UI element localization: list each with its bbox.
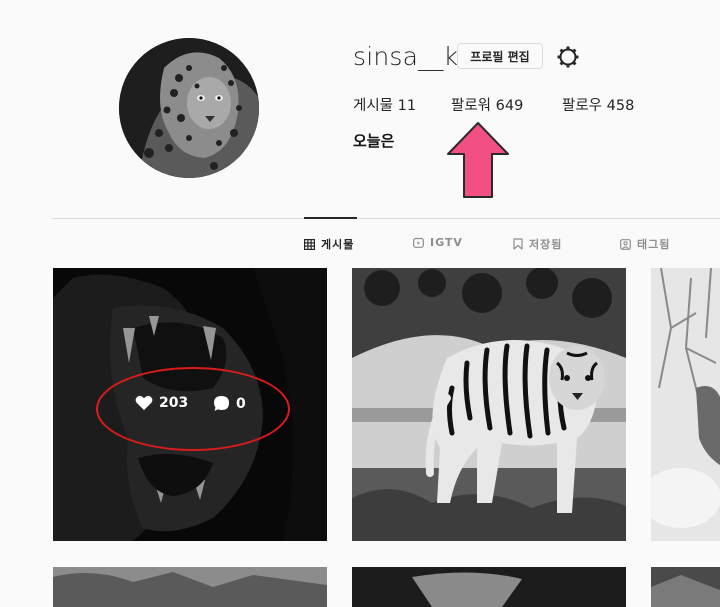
pink-arrow-annotation	[447, 122, 509, 198]
profile-bio: 오늘은	[353, 132, 395, 150]
post-tile-2[interactable]	[352, 268, 626, 541]
grid-icon	[304, 238, 315, 250]
tab-posts-label: 게시물	[321, 238, 355, 251]
tabs-divider	[52, 218, 720, 219]
tiger-photo	[352, 268, 626, 541]
following-label: 팔로우	[562, 98, 603, 114]
post-4-photo	[53, 567, 327, 607]
posts-count: 11	[397, 98, 417, 114]
profile-username: sinsa__k	[353, 42, 459, 71]
settings-gear-icon[interactable]	[556, 45, 580, 69]
tag-icon	[620, 238, 631, 250]
snow-tree-photo	[651, 268, 720, 541]
edit-profile-button[interactable]: 프로필 편집	[457, 43, 543, 69]
following-count: 458	[606, 98, 635, 114]
followers-stat[interactable]: 팔로워 649	[451, 94, 523, 115]
active-tab-indicator	[304, 217, 357, 219]
tab-tagged-label: 태그됨	[637, 238, 671, 251]
post-5-photo	[352, 567, 626, 607]
followers-label: 팔로워	[451, 98, 492, 114]
tab-posts[interactable]: 게시물	[304, 236, 354, 252]
tab-saved[interactable]: 저장됨	[513, 236, 562, 252]
tab-tagged[interactable]: 태그됨	[620, 236, 670, 252]
tab-igtv-label: IGTV	[430, 236, 463, 249]
leopard-photo	[119, 38, 259, 178]
bookmark-icon	[513, 238, 523, 250]
post-tile-5[interactable]	[352, 567, 626, 607]
posts-label: 게시물	[353, 98, 394, 114]
post-tile-6[interactable]	[651, 567, 720, 607]
igtv-icon	[413, 237, 424, 248]
post-tile-3[interactable]	[651, 268, 720, 541]
tab-saved-label: 저장됨	[529, 238, 563, 251]
following-stat[interactable]: 팔로우 458	[562, 94, 634, 115]
followers-count: 649	[495, 98, 524, 114]
profile-avatar[interactable]	[119, 38, 259, 178]
posts-count-stat: 게시물 11	[353, 94, 416, 115]
post-6-photo	[651, 567, 720, 607]
red-oval-annotation	[96, 367, 290, 451]
post-tile-4[interactable]	[53, 567, 327, 607]
tab-igtv[interactable]: IGTV	[413, 236, 463, 249]
